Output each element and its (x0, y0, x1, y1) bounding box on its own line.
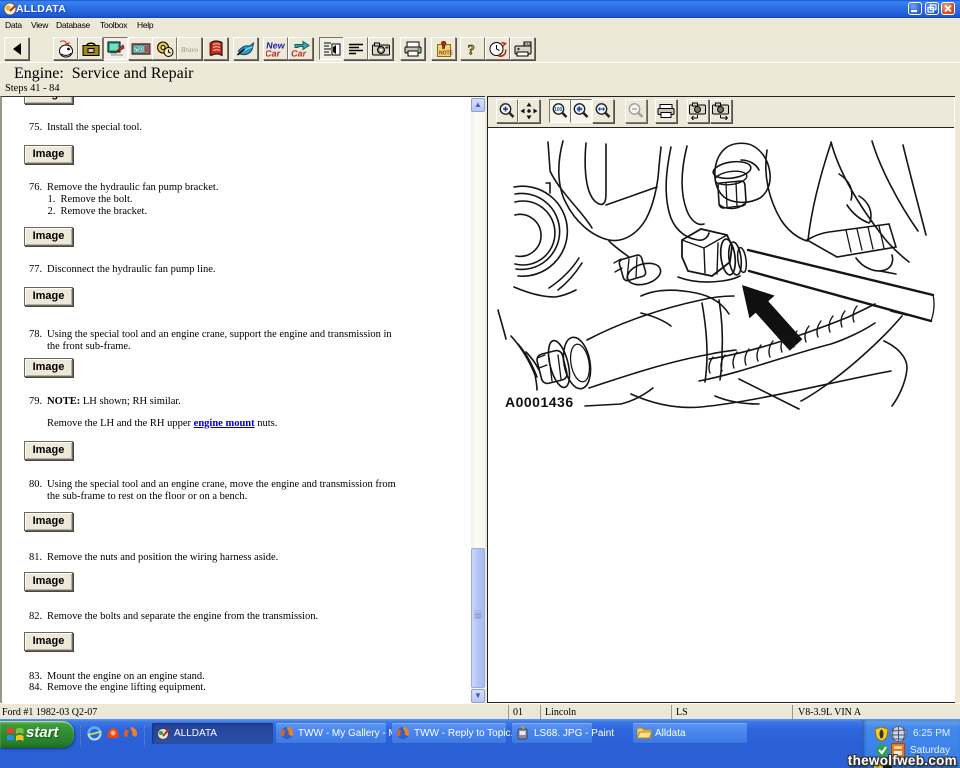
svg-text:Bravo: Bravo (181, 46, 199, 53)
svg-text:100: 100 (554, 107, 563, 113)
svg-text:NOTE: NOTE (439, 50, 453, 56)
svg-text:Car: Car (291, 48, 307, 57)
svg-text:?: ? (467, 42, 475, 57)
svg-text:Car: Car (266, 48, 281, 57)
svg-text:750: 750 (134, 47, 143, 53)
svg-text:FAX: FAX (524, 42, 531, 46)
